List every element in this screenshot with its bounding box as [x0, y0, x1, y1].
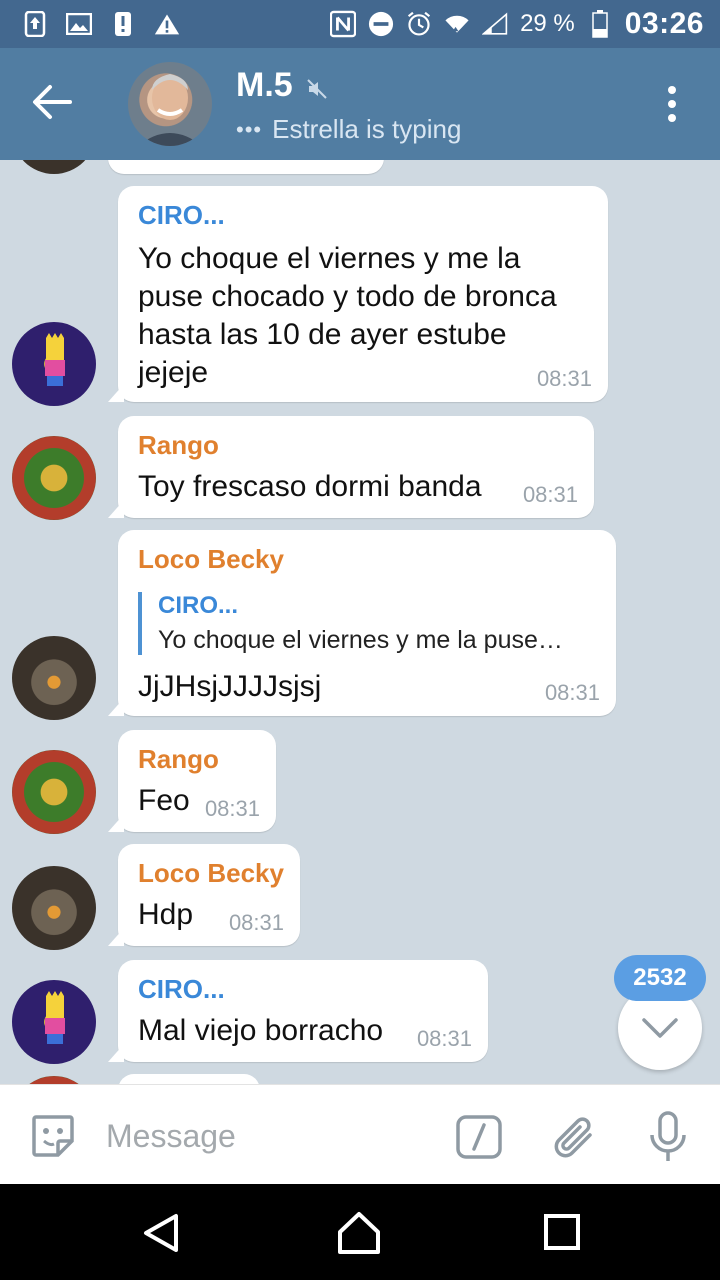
message-list[interactable]: CIRO... Yo choque el viernes y me la pus…: [0, 160, 720, 1084]
chat-title[interactable]: M.5: [236, 66, 293, 105]
avatar[interactable]: [12, 436, 96, 520]
clock: 03:26: [624, 7, 704, 40]
sender-name[interactable]: CIRO...: [138, 200, 225, 231]
message-text: JjJHsjJJJJsjsj: [138, 670, 322, 703]
more-vert-icon: [668, 86, 676, 122]
message-text: Hdp: [138, 898, 194, 931]
partial-message-bubble: [108, 160, 384, 174]
avatar[interactable]: [12, 866, 96, 950]
message-bubble[interactable]: Loco Becky Hdp 08:31: [108, 844, 300, 946]
partial-message-bubble: [118, 1074, 260, 1084]
composer: [0, 1084, 720, 1185]
message-time: 08:31: [544, 680, 600, 705]
avatar[interactable]: [12, 636, 96, 720]
attach-button[interactable]: [552, 1113, 598, 1161]
reply-preview[interactable]: CIRO... Yo choque el viernes y me la pus…: [138, 592, 563, 655]
message-time: 08:31: [228, 910, 284, 935]
unread-count-badge[interactable]: 2532: [614, 955, 706, 1001]
signal-icon: [482, 11, 508, 37]
upload-icon: [22, 11, 48, 37]
nfc-icon: [330, 10, 357, 38]
message-time: 08:31: [416, 1026, 472, 1051]
reply-sender: CIRO...: [158, 592, 239, 619]
alert-icon: [110, 11, 136, 37]
home-icon: [338, 1212, 380, 1254]
message-time: 08:31: [522, 482, 578, 507]
typing-status: ••• Estrella is typing: [236, 114, 461, 145]
group-avatar[interactable]: [128, 62, 212, 146]
sender-name[interactable]: Rango: [138, 430, 219, 461]
square-recents-icon: [544, 1214, 580, 1250]
avatar[interactable]: [12, 1076, 96, 1084]
message-bubble[interactable]: Loco Becky CIRO... Yo choque el viernes …: [108, 530, 616, 716]
avatar[interactable]: [12, 980, 96, 1064]
typing-text: Estrella is typing: [272, 114, 462, 144]
slash-command-icon: [456, 1115, 502, 1159]
message-bubble[interactable]: Rango Toy frescaso dormi banda 08:31: [108, 416, 594, 518]
battery-percent: 29 %: [520, 10, 575, 37]
arrow-left-icon: [33, 85, 72, 119]
back-button[interactable]: [30, 82, 80, 126]
system-nav-bar: [0, 1184, 720, 1280]
sender-name[interactable]: Rango: [138, 744, 219, 775]
bot-command-button[interactable]: [456, 1115, 502, 1159]
battery-icon: [587, 10, 613, 38]
dnd-icon: [368, 11, 394, 37]
more-menu-button[interactable]: [660, 84, 684, 124]
alarm-icon: [406, 11, 432, 37]
mute-icon: [306, 78, 328, 100]
message-time: 08:31: [536, 366, 592, 391]
avatar[interactable]: [12, 750, 96, 834]
typing-dots: •••: [236, 116, 263, 142]
avatar[interactable]: [12, 322, 96, 406]
paperclip-icon: [554, 1117, 592, 1158]
nav-recents-button[interactable]: [540, 1210, 586, 1256]
reply-text: Yo choque el viernes y me la puse…: [158, 626, 563, 654]
sender-name[interactable]: CIRO...: [138, 974, 225, 1005]
status-bar: 29 % 03:26: [0, 0, 720, 48]
message-input[interactable]: [104, 1109, 438, 1163]
sticker-button[interactable]: [30, 1113, 76, 1159]
sender-name[interactable]: Loco Becky: [138, 544, 284, 575]
warning-icon: [154, 11, 180, 37]
voice-message-button[interactable]: [648, 1111, 688, 1163]
message-bubble[interactable]: Rango Feo 08:31: [108, 730, 276, 832]
chevron-down-icon: [642, 1018, 678, 1038]
message-text: Feo: [138, 784, 190, 817]
nav-home-button[interactable]: [336, 1210, 382, 1256]
message-bubble[interactable]: CIRO... Yo choque el viernes y me la pus…: [108, 186, 608, 402]
message-text: Toy frescaso dormi banda: [138, 470, 482, 503]
image-icon: [66, 11, 92, 37]
message-time: 08:31: [204, 796, 260, 821]
triangle-back-icon: [144, 1214, 178, 1252]
chat-header: M.5 ••• Estrella is typing: [0, 48, 720, 160]
message-text: Yo choque el viernes y me la puse chocad…: [138, 242, 557, 389]
sticker-icon: [32, 1115, 74, 1157]
microphone-icon: [650, 1111, 686, 1161]
sender-name[interactable]: Loco Becky: [138, 858, 284, 889]
message-bubble[interactable]: CIRO... Mal viejo borracho 08:31: [108, 960, 488, 1062]
avatar[interactable]: [12, 160, 96, 174]
message-text: Mal viejo borracho: [138, 1014, 384, 1047]
nav-back-button[interactable]: [138, 1210, 184, 1256]
wifi-icon: [444, 11, 470, 37]
